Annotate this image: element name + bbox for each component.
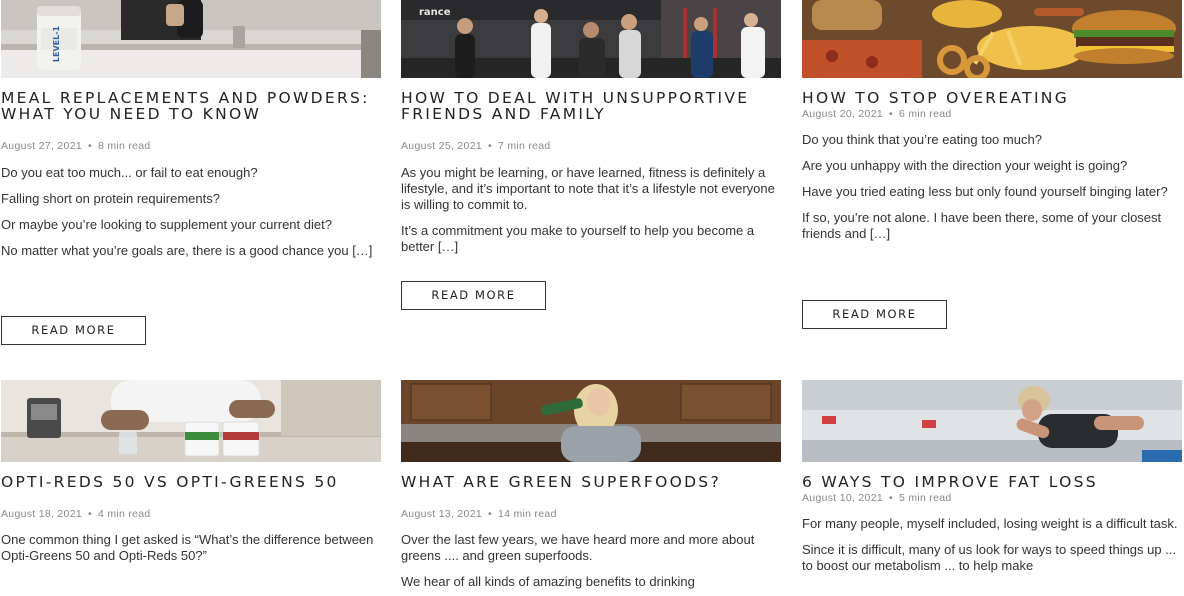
post-date: August 27, 2021 (1, 140, 82, 152)
post-excerpt: One common thing I get asked is “What’s … (1, 532, 381, 596)
post-meta: August 13, 2021 • 14 min read (401, 508, 557, 520)
separator-dot: • (87, 508, 92, 520)
post-date: August 20, 2021 (802, 108, 883, 120)
post-title[interactable]: Meal Replacements and Powders: What You … (1, 90, 381, 122)
separator-dot: • (888, 492, 893, 504)
post-thumbnail[interactable]: LEVEL-1 (1, 0, 381, 78)
post-excerpt: Do you eat too much... or fail to eat en… (1, 165, 381, 269)
excerpt-paragraph: Have you tried eating less but only foun… (802, 184, 1168, 199)
read-more-button[interactable]: READ MORE (1, 316, 146, 345)
post-thumbnail[interactable] (1, 380, 381, 462)
excerpt-paragraph: Falling short on protein requirements? (1, 191, 220, 206)
post-excerpt: Over the last few years, we have heard m… (401, 532, 781, 596)
post-title[interactable]: What are Green Superfoods? (401, 474, 781, 490)
excerpt-paragraph: Or maybe you’re looking to supplement yo… (1, 217, 332, 232)
excerpt-paragraph: We hear of all kinds of amazing benefits… (401, 574, 695, 589)
separator-dot: • (888, 108, 893, 120)
post-title[interactable]: 6 Ways to Improve Fat Loss (802, 474, 1182, 490)
post-excerpt: For many people, myself included, losing… (802, 516, 1182, 596)
post-date: August 18, 2021 (1, 508, 82, 520)
excerpt-paragraph: Over the last few years, we have heard m… (401, 532, 755, 563)
read-time: 14 min read (497, 508, 557, 520)
separator-dot: • (487, 508, 492, 520)
junk-food-photo (802, 0, 1182, 78)
post-title[interactable]: How to Deal With Unsupportive Friends an… (401, 90, 781, 122)
excerpt-paragraph: It’s a commitment you make to yourself t… (401, 223, 755, 254)
post-meta: August 10, 2021 • 5 min read (802, 492, 952, 504)
post-meta: August 27, 2021 • 8 min read (1, 140, 151, 152)
gym-group-photo: rance (401, 0, 781, 78)
excerpt-paragraph: If so, you’re not alone. I have been the… (802, 210, 1162, 241)
product-label: LEVEL-1 (52, 25, 61, 62)
excerpt-paragraph: Do you eat too much... or fail to eat en… (1, 165, 258, 180)
post-title[interactable]: How to Stop Overeating (802, 90, 1182, 106)
read-more-button[interactable]: READ MORE (802, 300, 947, 329)
post-title[interactable]: Opti-Reds 50 vs Opti-Greens 50 (1, 474, 381, 490)
excerpt-paragraph: Since it is difficult, many of us look f… (802, 542, 1177, 573)
read-time: 7 min read (497, 140, 551, 152)
post-meta: August 20, 2021 • 6 min read (802, 108, 952, 120)
read-time: 8 min read (97, 140, 151, 152)
excerpt-paragraph: For many people, myself included, losing… (802, 516, 1178, 531)
post-excerpt: As you might be learning, or have learne… (401, 165, 781, 265)
excerpt-paragraph: Do you think that you’re eating too much… (802, 132, 1042, 147)
excerpt-paragraph: As you might be learning, or have learne… (401, 165, 775, 212)
post-meta: August 25, 2021 • 7 min read (401, 140, 551, 152)
post-meta: August 18, 2021 • 4 min read (1, 508, 151, 520)
read-more-button[interactable]: READ MORE (401, 281, 546, 310)
separator-dot: • (87, 140, 92, 152)
post-thumbnail[interactable] (802, 0, 1182, 78)
read-time: 6 min read (898, 108, 952, 120)
meal-replacement-photo: LEVEL-1 (1, 0, 381, 78)
excerpt-paragraph: Are you unhappy with the direction your … (802, 158, 1128, 173)
post-thumbnail[interactable]: rance (401, 0, 781, 78)
separator-dot: • (487, 140, 492, 152)
post-thumbnail[interactable] (802, 380, 1182, 462)
post-date: August 10, 2021 (802, 492, 883, 504)
athlete-workout-photo (802, 380, 1182, 462)
post-date: August 25, 2021 (401, 140, 482, 152)
excerpt-paragraph: One common thing I get asked is “What’s … (1, 532, 374, 563)
kitchen-supplements-photo (1, 380, 381, 462)
read-time: 5 min read (898, 492, 952, 504)
read-time: 4 min read (97, 508, 151, 520)
post-excerpt: Do you think that you’re eating too much… (802, 132, 1182, 252)
gym-banner-text: rance (419, 7, 451, 18)
excerpt-paragraph: No matter what you’re goals are, there i… (1, 243, 373, 258)
green-drink-photo (401, 380, 781, 462)
post-thumbnail[interactable] (401, 380, 781, 462)
post-date: August 13, 2021 (401, 508, 482, 520)
